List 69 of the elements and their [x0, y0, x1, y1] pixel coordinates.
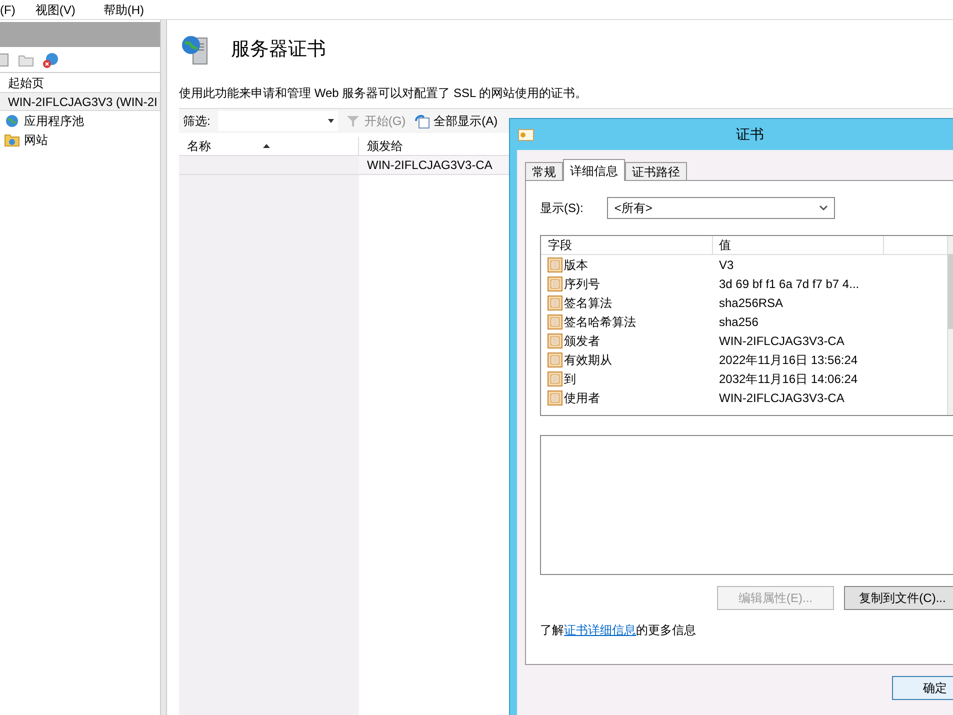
field-value: 2032年11月16日 14:06:24	[719, 370, 858, 388]
field-value: sha256	[719, 314, 758, 330]
field-row[interactable]: 颁发者 WIN-2IFLCJAG3V3-CA	[541, 331, 947, 350]
folder-icon	[4, 132, 20, 146]
tree-item[interactable]: 应用程序池	[0, 111, 160, 130]
field-row[interactable]: 使用者 WIN-2IFLCJAG3V3-CA	[541, 388, 947, 407]
field-name: 有效期从	[563, 352, 613, 368]
document-icon	[547, 370, 563, 386]
menu-item[interactable]: 视图(V)	[31, 0, 100, 18]
field-name: 到	[563, 370, 577, 388]
page-title: 服务器证书	[231, 38, 326, 62]
tree-item[interactable]: 起始页	[0, 73, 160, 92]
field-name: 签名哈希算法	[563, 314, 637, 330]
menu-item[interactable]: 帮助(H)	[99, 0, 168, 18]
field-value: V3	[719, 256, 734, 274]
info-link[interactable]: 证书详细信息	[564, 623, 636, 637]
field-name: 版本	[563, 256, 589, 274]
certificate-icon	[518, 128, 534, 140]
tree-item[interactable]: 网站	[0, 130, 160, 149]
document-icon	[547, 352, 563, 368]
refresh-icon	[414, 113, 430, 129]
dialog-button[interactable]: 复制到文件(C)...	[844, 586, 953, 610]
field-name: 使用者	[563, 390, 601, 406]
document-icon	[547, 332, 563, 348]
field-value: 3d 69 bf f1 6a 7d f7 b7 4...	[719, 276, 860, 292]
column-header[interactable]: 字段	[541, 236, 713, 254]
ok-button[interactable]: 确定	[892, 676, 953, 700]
field-row[interactable]: 签名哈希算法 sha256	[541, 312, 947, 331]
field-name: 签名算法	[563, 294, 613, 312]
filter-field[interactable]	[218, 111, 338, 131]
column-header[interactable]: 名称	[179, 137, 359, 156]
field-value: WIN-2IFLCJAG3V3-CA	[719, 390, 844, 406]
show-label: 显示(S):	[540, 200, 584, 217]
page-description: 使用此功能来申请和管理 Web 服务器可以对配置了 SSL 的网站使用的证书。	[179, 85, 588, 102]
field-row[interactable]: 序列号 3d 69 bf f1 6a 7d f7 b7 4...	[541, 274, 947, 293]
panel-splitter[interactable]	[160, 20, 167, 715]
document-icon	[547, 294, 563, 310]
document-icon	[547, 390, 563, 406]
field-name: 颁发者	[563, 332, 601, 350]
info-text: 了解证书详细信息的更多信息	[540, 622, 697, 639]
document-icon	[547, 314, 563, 330]
field-value: WIN-2IFLCJAG3V3-CA	[719, 332, 844, 350]
field-value: 2022年11月16日 13:56:24	[719, 352, 858, 368]
field-name: 序列号	[563, 276, 601, 292]
dialog-title: 证书	[736, 125, 764, 144]
document-icon	[547, 276, 563, 292]
save-icon[interactable]	[0, 52, 10, 68]
show-dropdown[interactable]: <所有>	[607, 197, 836, 219]
details-box[interactable]	[540, 435, 953, 575]
tree-item[interactable]: WIN-2IFLCJAG3V3 (WIN-2I	[0, 92, 160, 111]
column-header[interactable]: 值	[713, 236, 884, 254]
filter-label: 筛选:	[183, 113, 210, 130]
chevron-down-icon	[819, 205, 828, 211]
field-row[interactable]: 签名算法 sha256RSA	[541, 293, 947, 312]
globe-icon	[4, 112, 20, 128]
sort-arrow-icon	[263, 144, 270, 148]
field-row[interactable]: 到 2032年11月16日 14:06:24	[541, 369, 947, 388]
show-all-button[interactable]: 全部显示(A)	[414, 112, 498, 130]
field-value: sha256RSA	[719, 294, 784, 312]
dialog-tab[interactable]: 常规	[525, 162, 563, 181]
document-icon	[547, 256, 563, 272]
funnel-icon	[346, 114, 360, 128]
menu-item[interactable]: (F)	[0, 0, 32, 18]
globe-remove-icon[interactable]	[42, 50, 60, 68]
dropdown-caret-icon	[328, 119, 334, 123]
field-row[interactable]: 有效期从 2022年11月16日 13:56:24	[541, 350, 947, 369]
field-row[interactable]: 版本 V3	[541, 255, 947, 274]
dialog-tab[interactable]: 详细信息	[563, 159, 625, 181]
dialog-tab[interactable]: 证书路径	[625, 162, 687, 181]
